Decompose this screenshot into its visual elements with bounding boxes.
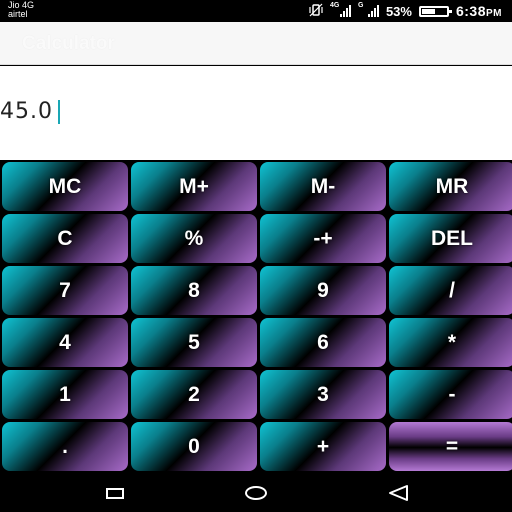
carrier-2-label: airtel: [8, 9, 28, 19]
digit-6-button[interactable]: 6: [260, 318, 386, 367]
negate-button[interactable]: -+: [260, 214, 386, 263]
vibrate-icon: [309, 3, 323, 20]
add-button[interactable]: +: [260, 422, 386, 471]
signal-1-tag: 4G: [329, 2, 340, 9]
digit-7-button[interactable]: 7: [2, 266, 128, 315]
keypad: MC M+ M- MR C% -+ DEL 7 8 9/ 4 5 6 * 1 2 3-. 0 + =: [0, 160, 512, 473]
text-cursor: [58, 100, 60, 124]
subtract-button[interactable]: -: [389, 370, 512, 419]
app-title: Calculator: [22, 33, 115, 54]
home-button[interactable]: [242, 481, 270, 505]
divide-button[interactable]: /: [389, 266, 512, 315]
triangle-back-icon: [389, 485, 408, 501]
clear-button[interactable]: C: [2, 214, 128, 263]
status-icons: 4G G 53% 6:38PM: [309, 2, 502, 20]
display-value[interactable]: 45.0: [0, 99, 53, 124]
digit-4-button[interactable]: 4: [2, 318, 128, 367]
signal-2-icon: G: [357, 2, 379, 17]
delete-button[interactable]: DEL: [389, 214, 512, 263]
digit-9-button[interactable]: 9: [260, 266, 386, 315]
digit-2-button[interactable]: 2: [131, 370, 257, 419]
navigation-bar: [0, 473, 512, 512]
carrier-labels: Jio 4G airtel: [8, 1, 34, 19]
status-bar: Jio 4G airtel 4G G 53% 6:38PM: [0, 0, 512, 22]
app-bar: Calculator: [0, 22, 512, 65]
equals-button[interactable]: =: [389, 422, 512, 471]
digit-0-button[interactable]: 0: [131, 422, 257, 471]
signal-1-icon: 4G: [329, 2, 351, 17]
battery-icon: [418, 5, 452, 17]
digit-8-button[interactable]: 8: [131, 266, 257, 315]
memory-recall-button[interactable]: MR: [389, 162, 512, 211]
circle-icon: [245, 486, 267, 500]
clock-time: 6:38: [455, 3, 486, 19]
calculator-screen: Jio 4G airtel 4G G 53% 6:38PM Calculator…: [0, 0, 512, 512]
digit-3-button[interactable]: 3: [260, 370, 386, 419]
square-icon: [106, 487, 124, 499]
battery-fill: [421, 8, 435, 14]
digit-5-button[interactable]: 5: [131, 318, 257, 367]
percent-button[interactable]: %: [131, 214, 257, 263]
memory-subtract-button[interactable]: M-: [260, 162, 386, 211]
digit-1-button[interactable]: 1: [2, 370, 128, 419]
memory-clear-button[interactable]: MC: [2, 162, 128, 211]
clock: 6:38PM: [456, 3, 502, 19]
multiply-button[interactable]: *: [389, 318, 512, 367]
signal-2-tag: G: [357, 2, 364, 9]
back-button[interactable]: [384, 481, 412, 505]
decimal-button[interactable]: .: [2, 422, 128, 471]
battery-nub: [448, 9, 452, 13]
clock-ampm: PM: [486, 8, 502, 19]
battery-percent: 53%: [385, 3, 412, 19]
memory-add-button[interactable]: M+: [131, 162, 257, 211]
recents-button[interactable]: [101, 481, 129, 505]
calculator-display[interactable]: 45.0: [0, 66, 512, 160]
